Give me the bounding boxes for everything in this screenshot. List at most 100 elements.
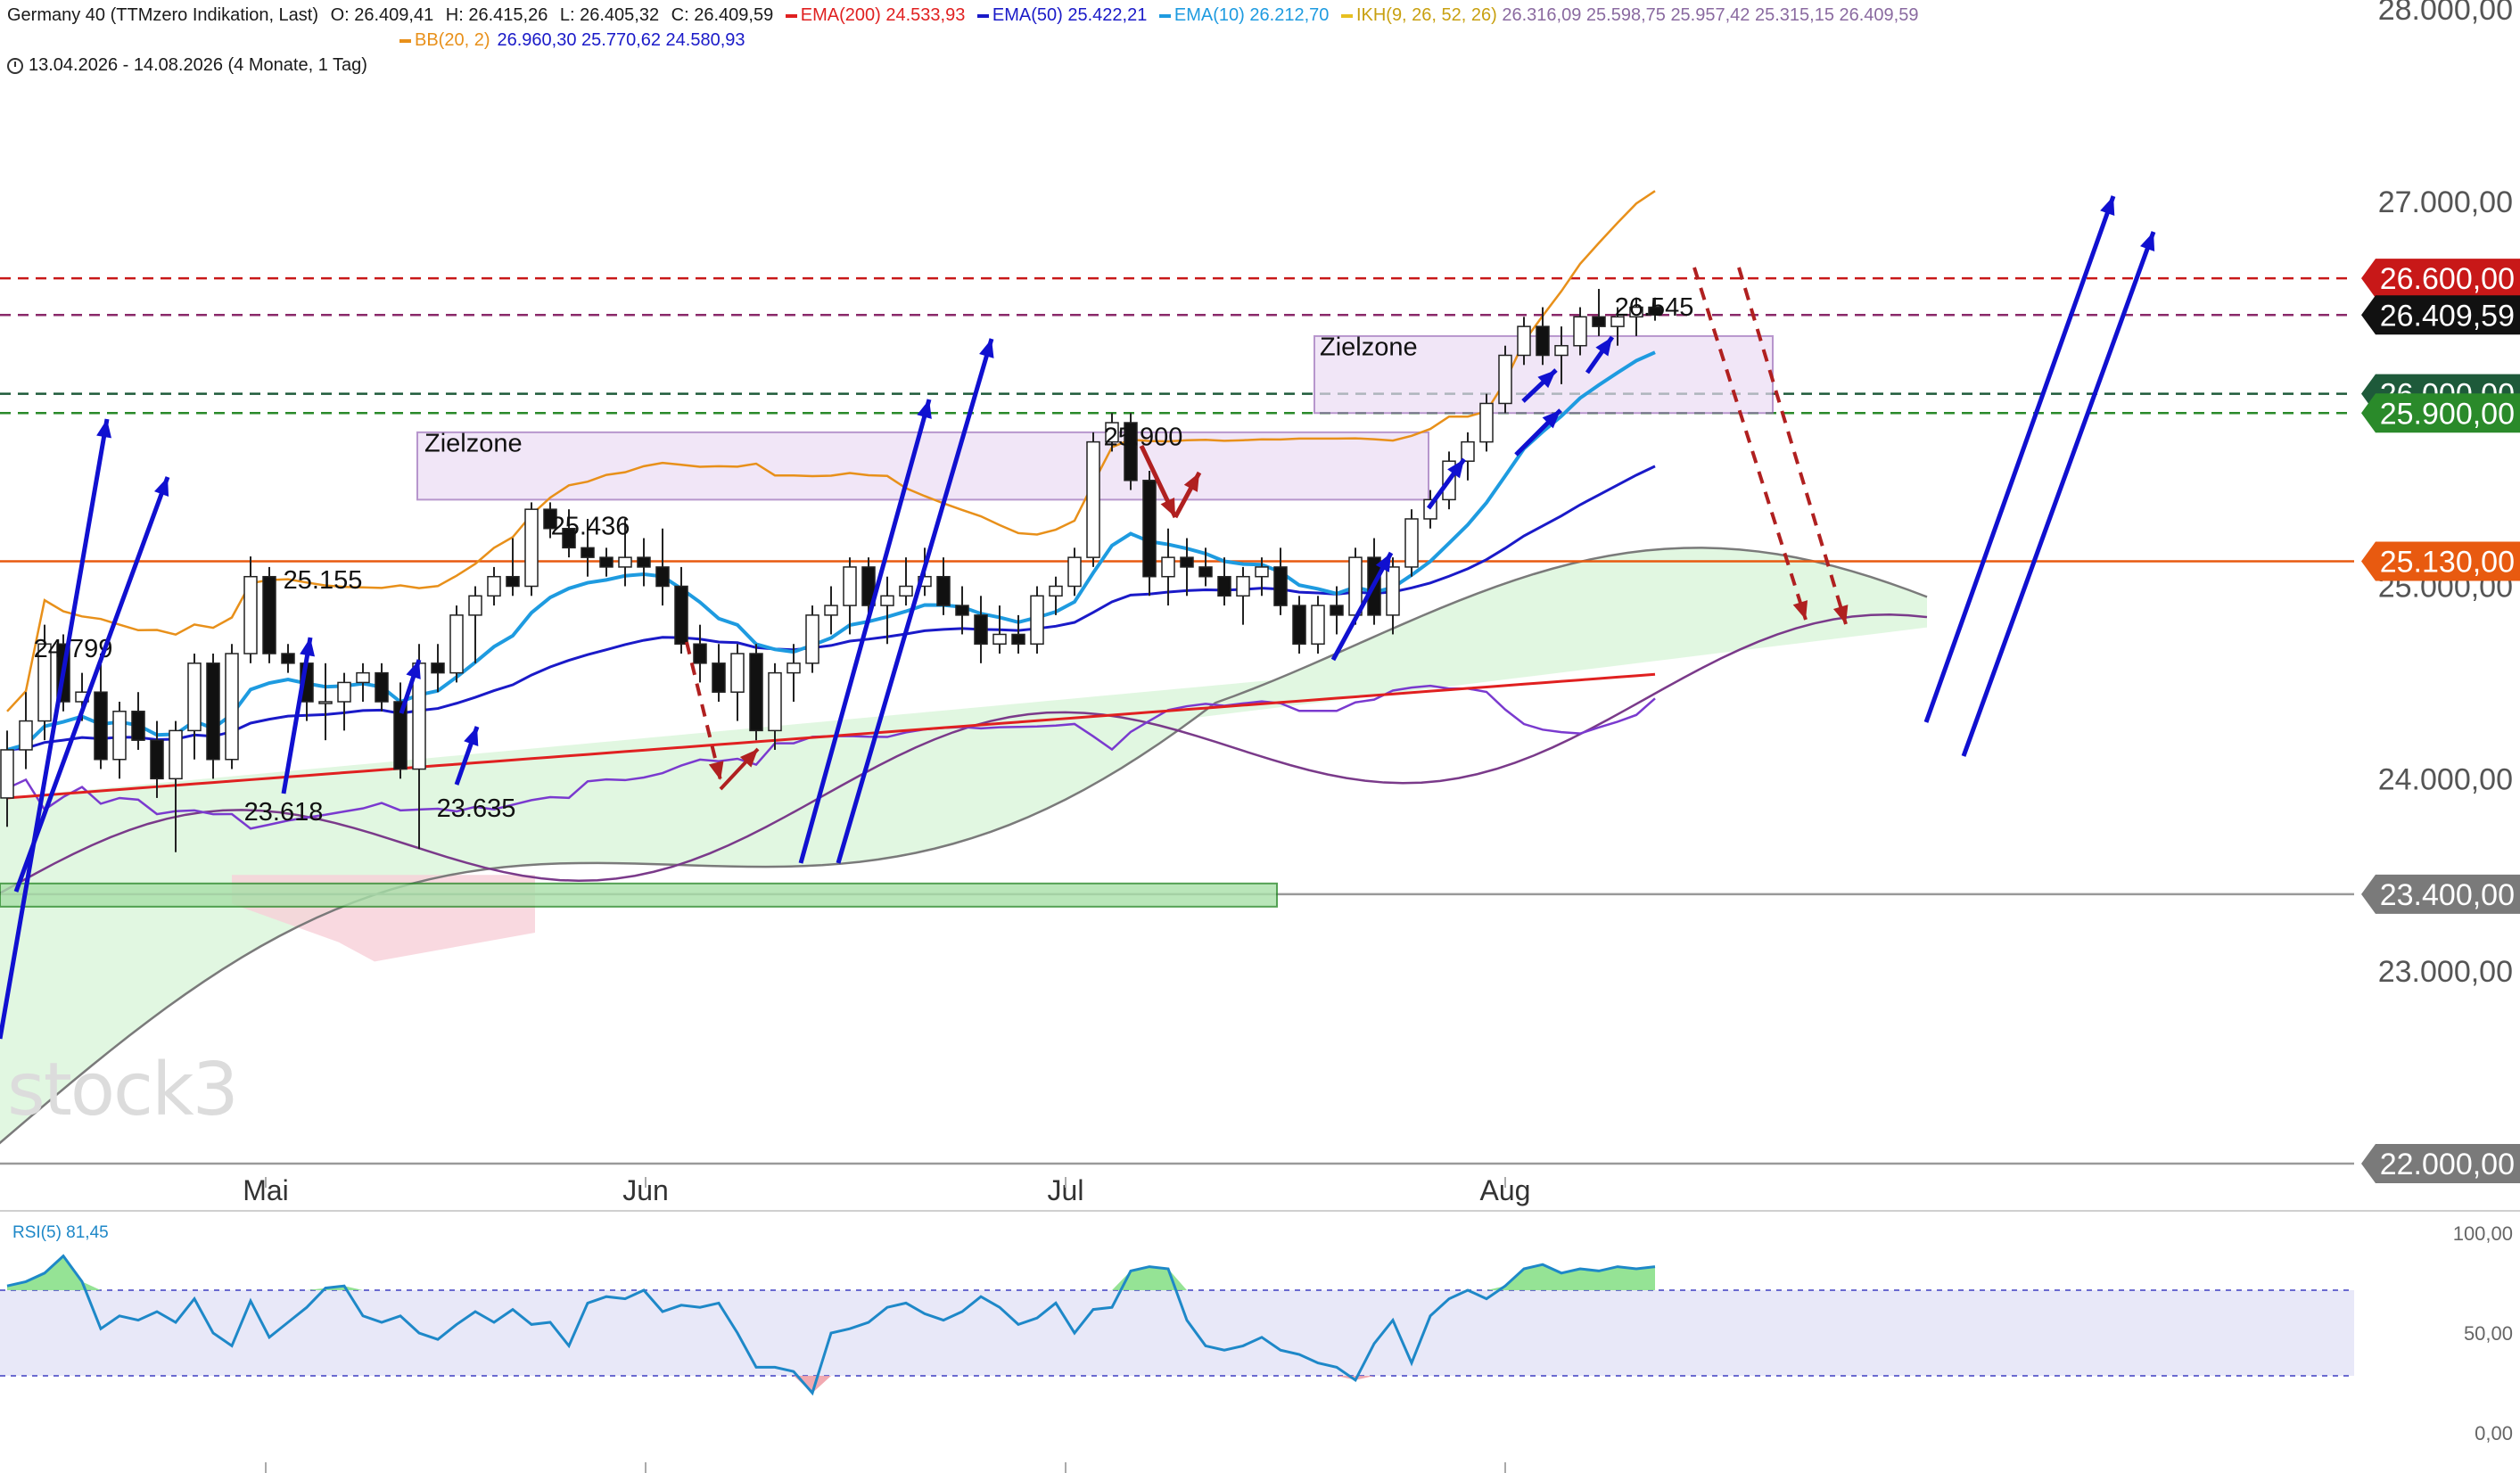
ikh-legend[interactable]: IKH(9, 26, 52, 26) 26.316,09 25.598,75 2… <box>1340 5 1919 25</box>
candle-up <box>1030 595 1044 646</box>
candle-up <box>225 653 239 761</box>
rsi-overbought-fill <box>1636 1266 1655 1290</box>
candle-up <box>899 585 913 597</box>
rsi-band <box>0 1290 2354 1376</box>
ema50-label: EMA(50) <box>992 5 1063 25</box>
ema10-label: EMA(10) <box>1174 5 1245 25</box>
candle-up <box>786 662 801 674</box>
candle-up <box>468 595 482 616</box>
candle-up <box>169 729 183 780</box>
header-info-line: Germany 40 (TTMzero Indikation, Last) O:… <box>7 5 1925 26</box>
candle-up <box>992 633 1007 645</box>
candle-up <box>843 566 857 606</box>
rsi-y-tick: 100,00 <box>2453 1222 2513 1245</box>
candle-up <box>805 614 819 664</box>
candle-up <box>880 595 894 606</box>
blue-trend-arrow <box>1961 231 2156 757</box>
candle-up <box>187 662 202 732</box>
candle-up <box>1498 354 1512 405</box>
candle-down <box>693 643 707 664</box>
blue-trend-arrow-head <box>300 638 316 657</box>
ema50-legend[interactable]: EMA(50) 25.422,21 <box>976 5 1147 25</box>
target-zone-1-label: Zielzone <box>424 429 523 457</box>
candle-up <box>19 720 33 751</box>
candle-down <box>749 653 763 732</box>
candle-up <box>1086 440 1100 558</box>
candle-down <box>1011 633 1025 645</box>
bb-legend[interactable]: BB(20, 2) 26.960,30 25.770,62 24.580,93 <box>7 30 753 51</box>
bb-label: BB(20, 2) <box>415 30 490 50</box>
blue-trend-arrow-head <box>464 727 479 746</box>
candle-up <box>1573 316 1587 347</box>
ema200-legend[interactable]: EMA(200) 24.533,93 <box>785 5 966 25</box>
candle-up <box>1554 344 1569 357</box>
candle-down <box>281 653 295 664</box>
candle-down <box>262 575 276 654</box>
candle-down <box>655 566 670 588</box>
bb-swatch <box>399 38 411 43</box>
price-chart[interactable]: ZielzoneZielzone26.54525.90025.43625.155… <box>0 0 2520 1473</box>
price-annotation: 25.436 <box>551 512 630 540</box>
candle-up <box>487 575 501 597</box>
candle-up <box>0 749 14 799</box>
candle-down <box>599 556 614 568</box>
candle-up <box>524 508 539 588</box>
candle-up <box>1479 402 1494 443</box>
candle-down <box>1592 316 1606 327</box>
rsi-legend: RSI(5) 81,45 <box>12 1223 109 1242</box>
candle-down <box>1292 605 1306 645</box>
rsi-overbought-fill <box>1580 1269 1599 1290</box>
ema200-swatch <box>785 13 797 18</box>
candle-down <box>936 575 951 606</box>
price-label-text: 25.130,00 <box>2380 545 2515 579</box>
target-zone-1 <box>416 431 1429 501</box>
ohlc-low: L: 26.405,32 <box>559 5 660 25</box>
price-label-text: 22.000,00 <box>2380 1148 2515 1181</box>
price-label-text: 26.600,00 <box>2380 262 2515 296</box>
candle-up <box>1255 566 1269 578</box>
ema50-swatch <box>976 13 989 18</box>
blue-trend-arrow-head <box>979 339 994 358</box>
ema10-value: 26.212,70 <box>1249 5 1330 25</box>
rsi-y-tick: 0,00 <box>2475 1422 2513 1444</box>
candle-up <box>1311 605 1325 645</box>
rsi-y-tick: 50,00 <box>2464 1322 2513 1345</box>
ema10-legend[interactable]: EMA(10) 26.212,70 <box>1158 5 1330 25</box>
price-annotation: 25.155 <box>284 566 363 595</box>
watermark-logo: stock3 <box>7 1048 239 1132</box>
blue-trend-arrow-head <box>917 399 932 419</box>
ikh-value: 26.316,09 25.598,75 25.957,42 25.315,15 … <box>1502 5 1919 25</box>
candle-up <box>768 671 782 732</box>
ema200-value: 24.533,93 <box>885 5 966 25</box>
candle-up <box>824 605 838 616</box>
candle-down <box>206 662 220 761</box>
candle-down <box>712 662 726 693</box>
ema200-label: EMA(200) <box>800 5 881 25</box>
candle-up <box>618 556 632 568</box>
ichimoku-cloud <box>0 547 1927 1143</box>
blue-trend-arrow-head <box>96 419 111 439</box>
date-range: 13.04.2026 - 14.08.2026 (4 Monate, 1 Tag… <box>7 55 375 76</box>
candle-down <box>1330 605 1344 616</box>
candle-down <box>1536 325 1550 357</box>
candle-down <box>1180 556 1194 568</box>
blue-trend-arrow-head <box>153 477 169 497</box>
y-tick-label: 24.000,00 <box>2378 762 2513 796</box>
bb-value: 26.960,30 25.770,62 24.580,93 <box>497 30 745 50</box>
candle-up <box>112 711 127 761</box>
ohlc-open: O: 26.409,41 <box>330 5 434 25</box>
rsi-overbought-fill <box>1618 1266 1636 1290</box>
candle-up <box>356 671 370 684</box>
candle-up <box>1067 556 1082 588</box>
candle-up <box>449 614 464 674</box>
date-range-text: 13.04.2026 - 14.08.2026 (4 Monate, 1 Tag… <box>29 55 367 75</box>
ema10-swatch <box>1158 13 1171 18</box>
ikh-label: IKH(9, 26, 52, 26) <box>1355 5 1497 25</box>
candle-down <box>974 614 988 645</box>
rsi-overbought-fill <box>45 1255 63 1290</box>
symbol-name: Germany 40 (TTMzero Indikation, Last) <box>7 5 319 25</box>
candle-down <box>94 691 108 761</box>
candle-down <box>674 585 688 645</box>
candle-up <box>730 653 745 693</box>
y-tick-label: 27.000,00 <box>2378 185 2513 219</box>
